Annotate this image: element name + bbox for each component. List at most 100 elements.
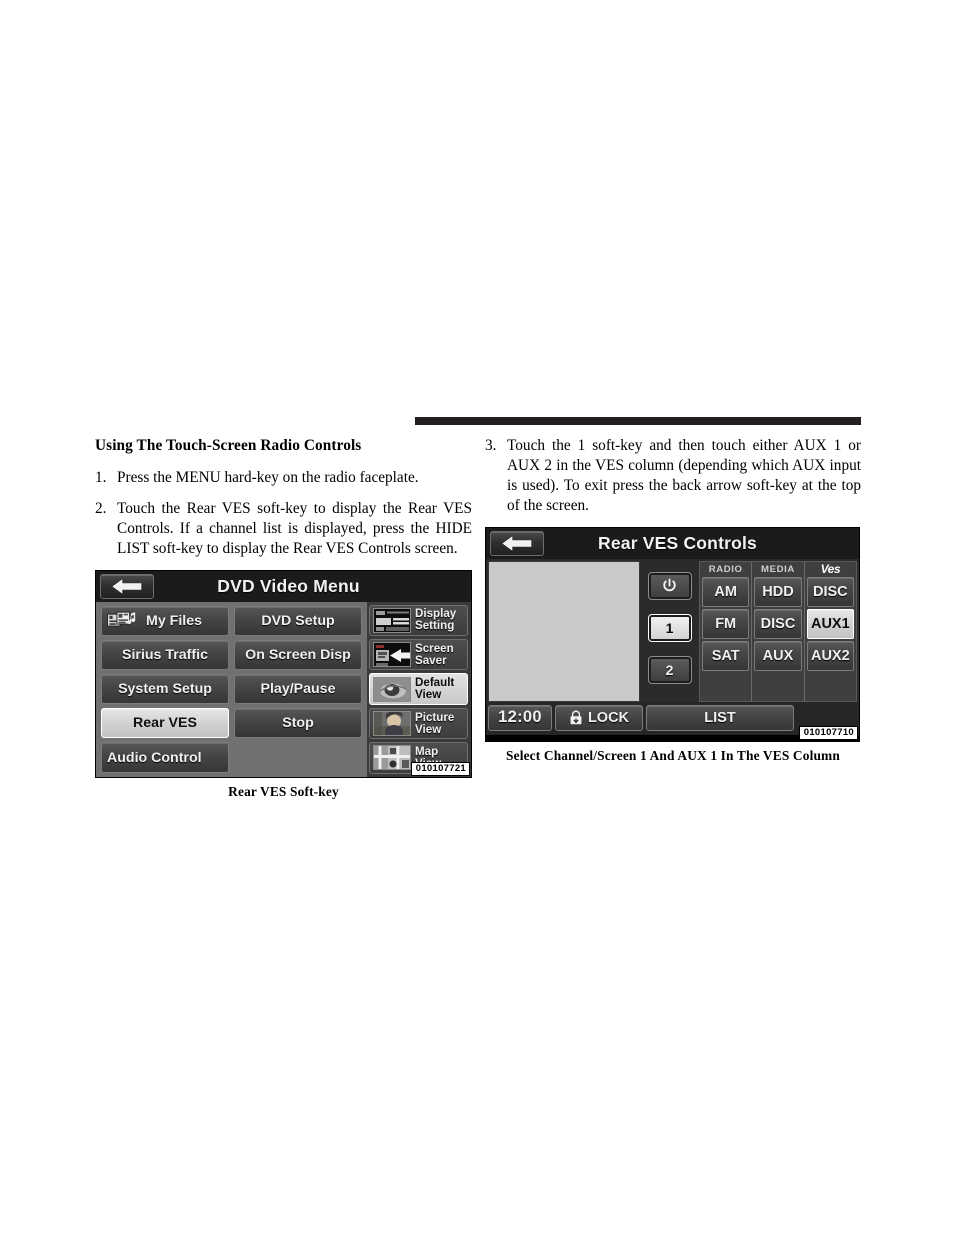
- softkey-media-disc[interactable]: DISC: [754, 608, 802, 639]
- screen-2-label: 2: [665, 662, 674, 679]
- softkey-label: DVD Setup: [261, 612, 335, 629]
- step-text: Press the MENU hard-key on the radio fac…: [117, 469, 419, 487]
- softkey-aux2[interactable]: AUX2: [806, 640, 854, 671]
- softkey-label: My Files: [146, 612, 202, 629]
- softkey-label: HDD: [762, 583, 794, 600]
- dvd-body: My Files DVD Setup Sirius Traffic On Scr…: [96, 601, 471, 777]
- dvd-title-bar: DVD Video Menu: [96, 570, 471, 602]
- softkey-label: AM: [714, 583, 737, 600]
- step-text: Touch the 1 soft-key and then touch eith…: [507, 437, 861, 514]
- step-number: 3.: [485, 437, 497, 454]
- softkey-label: FM: [715, 615, 737, 632]
- sidekey-label: Default View: [415, 676, 455, 702]
- softkey-label: AUX: [762, 647, 794, 664]
- lock-icon: [569, 710, 583, 725]
- power-icon: [663, 578, 676, 592]
- page-top-rule: [415, 417, 861, 425]
- display-setting-thumb-icon: [373, 607, 411, 633]
- softkey-label: DISC: [812, 583, 848, 600]
- steps-list-left: 1. Press the MENU hard-key on the radio …: [95, 468, 472, 559]
- softkey-hdd[interactable]: HDD: [754, 576, 802, 607]
- figure-rear-ves-controls: Rear VES Controls 1 2 RADIO AM FM SAT ME…: [485, 526, 860, 742]
- ves-power-screen-column: 1 2: [642, 560, 697, 702]
- step-text: Touch the Rear VES soft-key to display t…: [117, 499, 472, 557]
- column-radio: RADIO AM FM SAT: [700, 561, 753, 701]
- column-media: MEDIA HDD DISC AUX: [752, 561, 805, 701]
- left-column: Using The Touch-Screen Radio Controls 1.…: [95, 436, 472, 800]
- softkey-label: SAT: [711, 647, 740, 664]
- back-arrow-softkey[interactable]: [100, 573, 154, 599]
- sidekey-picture-view[interactable]: Picture View: [369, 707, 468, 740]
- manual-page: Using The Touch-Screen Radio Controls 1.…: [0, 0, 954, 1235]
- sidekey-label: Screen Saver: [415, 641, 454, 667]
- softkey-sirius-traffic[interactable]: Sirius Traffic: [101, 639, 229, 670]
- default-view-thumb-icon: [373, 676, 411, 702]
- column-ves: Ves DISC AUX1 AUX2: [805, 562, 856, 701]
- back-arrow-icon: [502, 535, 532, 551]
- softkey-label: On Screen Disp: [245, 646, 351, 663]
- ves-source-columns: RADIO AM FM SAT MEDIA HDD DISC AUX Ves D…: [699, 560, 857, 702]
- softkey-am[interactable]: AM: [702, 576, 750, 607]
- screen-1-softkey[interactable]: 1: [647, 613, 692, 642]
- figure-caption: Select Channel/Screen 1 And AUX 1 In The…: [506, 747, 840, 763]
- page-title: Using The Touch-Screen Radio Controls: [95, 437, 362, 454]
- softkey-on-screen-disp[interactable]: On Screen Disp: [234, 639, 362, 670]
- clock-label: 12:00: [498, 708, 542, 726]
- clock-display[interactable]: 12:00: [488, 704, 552, 731]
- softkey-my-files[interactable]: My Files: [101, 605, 229, 636]
- softkey-label: AUX1: [810, 615, 850, 632]
- screen-1-label: 1: [665, 619, 674, 636]
- softkey-label: Rear VES: [133, 715, 197, 732]
- sidekey-default-view[interactable]: Default View: [369, 673, 468, 705]
- list-item: 2. Touch the Rear VES soft-key to displa…: [95, 499, 472, 559]
- softkey-label: AUX2: [810, 647, 850, 664]
- map-view-thumb-icon: [373, 745, 411, 771]
- step-number: 2.: [95, 499, 107, 517]
- softkey-fm[interactable]: FM: [702, 608, 750, 639]
- softkey-label: Sirius Traffic: [122, 646, 208, 663]
- sidekey-label: Picture View: [415, 710, 455, 736]
- softkey-ves-disc[interactable]: DISC: [806, 576, 854, 607]
- dvd-softkey-grid: My Files DVD Setup Sirius Traffic On Scr…: [96, 601, 367, 777]
- softkey-label: System Setup: [118, 681, 212, 698]
- screen-saver-thumb-icon: [373, 642, 411, 668]
- softkey-label: DISC: [760, 615, 796, 632]
- figure-id-tag: 010107721: [410, 761, 470, 776]
- softkey-media-aux[interactable]: AUX: [754, 640, 802, 671]
- ves-title-bar: Rear VES Controls: [486, 527, 859, 559]
- lock-softkey[interactable]: LOCK: [555, 704, 643, 731]
- list-item: 3. Touch the 1 soft-key and then touch e…: [485, 436, 861, 516]
- screen-2-softkey[interactable]: 2: [647, 656, 692, 685]
- back-arrow-softkey[interactable]: [490, 530, 544, 556]
- softkey-label: Audio Control: [107, 749, 202, 766]
- dvd-side-key-column: Display Setting Screen Saver Default Vie…: [367, 601, 471, 777]
- softkey-aux1[interactable]: AUX1: [806, 608, 854, 639]
- sidekey-label: Display Setting: [415, 607, 457, 633]
- softkey-dvd-setup[interactable]: DVD Setup: [234, 605, 362, 636]
- softkey-rear-ves[interactable]: Rear VES: [101, 708, 229, 739]
- grid-empty-cell: [234, 742, 362, 772]
- softkey-stop[interactable]: Stop: [234, 708, 362, 739]
- step-number: 1.: [95, 469, 107, 487]
- softkey-audio-control[interactable]: Audio Control: [101, 742, 229, 773]
- sidekey-screen-saver[interactable]: Screen Saver: [369, 639, 468, 671]
- softkey-label: Stop: [282, 715, 314, 732]
- dvd-title: DVD Video Menu: [217, 575, 360, 596]
- list-item: 1. Press the MENU hard-key on the radio …: [95, 468, 472, 488]
- sidekey-display-setting[interactable]: Display Setting: [369, 604, 468, 637]
- video-preview-area: [488, 560, 640, 702]
- power-softkey[interactable]: [647, 571, 692, 600]
- list-softkey[interactable]: LIST: [646, 704, 794, 731]
- list-label: LIST: [704, 709, 736, 726]
- figure-caption: Rear VES Soft-key: [228, 783, 339, 799]
- softkey-system-setup[interactable]: System Setup: [101, 674, 229, 705]
- column-header-media: MEDIA: [761, 563, 795, 575]
- right-column: 3. Touch the 1 soft-key and then touch e…: [485, 436, 861, 764]
- ves-logo: Ves: [820, 561, 841, 576]
- softkey-sat[interactable]: SAT: [702, 640, 750, 671]
- steps-list-right: 3. Touch the 1 soft-key and then touch e…: [485, 436, 861, 516]
- lock-label: LOCK: [587, 709, 630, 726]
- my-files-icon: [106, 611, 136, 627]
- back-arrow-icon: [112, 579, 142, 594]
- softkey-play-pause[interactable]: Play/Pause: [234, 674, 362, 705]
